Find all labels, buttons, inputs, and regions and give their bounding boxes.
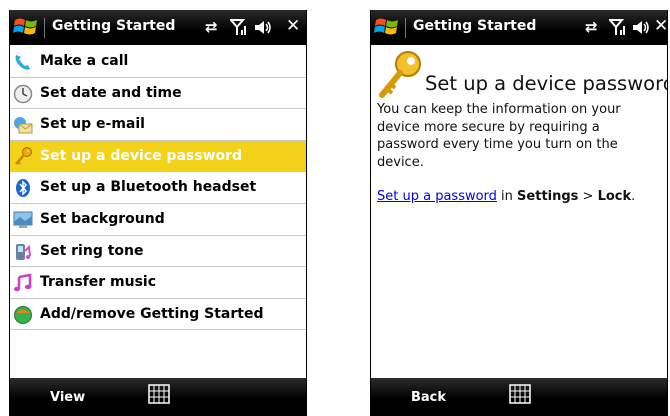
phone-screen-detail: Getting Started ⇄ ✕ Set up a device pass… (370, 10, 668, 416)
view-softkey[interactable]: View (50, 390, 85, 405)
page-title: Getting Started (52, 18, 176, 34)
windows-start-icon[interactable] (13, 16, 39, 39)
menu-item-set-background[interactable]: Set background (10, 204, 306, 236)
key-icon (379, 51, 421, 98)
menu-item-label: Set up e-mail (40, 116, 145, 133)
instruction-line: Set up a password in Settings > Lock. (377, 189, 665, 204)
menu-item-label: Set up a device password (40, 147, 243, 164)
menu-item-transfer-music[interactable]: Transfer music (10, 267, 306, 299)
content-description: You can keep the information on your dev… (377, 102, 621, 170)
menu-item-label: Set background (40, 210, 165, 227)
sync-icon[interactable]: ⇄ (205, 18, 218, 36)
menu-item-set-up-device-password[interactable]: Set up a device password (10, 140, 306, 173)
instruction-text: in (496, 189, 518, 204)
content-heading: Set up a device password (425, 72, 668, 95)
ring-tone-icon (16, 243, 31, 260)
menu-item-set-date-time[interactable]: Set date and time (10, 78, 306, 110)
phone-call-icon (15, 55, 30, 70)
menu-item-label: Set date and time (40, 84, 182, 101)
set-up-password-link[interactable]: Set up a password (377, 189, 497, 204)
menu-item-label: Add/remove Getting Started (40, 305, 264, 322)
period-text: . (631, 189, 636, 204)
keyboard-icon[interactable] (509, 384, 531, 404)
menu-item-set-ring-tone[interactable]: Set ring tone (10, 236, 306, 268)
wallpaper-icon (13, 211, 33, 228)
clock-icon (13, 84, 33, 103)
getting-started-menu: Make a call Set date and time Set up e-m… (10, 46, 306, 331)
phone-screen-menu: Getting Started ⇄ ✕ Make a call Set date… (9, 10, 307, 416)
add-remove-icon (14, 305, 32, 324)
music-note-icon (14, 273, 32, 292)
key-icon (15, 146, 32, 165)
signal-icon[interactable] (609, 19, 627, 36)
softkey-bar: Back (371, 378, 667, 416)
windows-start-icon[interactable] (374, 16, 400, 39)
signal-icon[interactable] (230, 19, 248, 36)
page-title: Getting Started (413, 18, 537, 34)
keyboard-icon[interactable] (148, 384, 170, 404)
menu-item-label: Set ring tone (40, 242, 144, 259)
settings-text: Settings (517, 189, 579, 204)
sync-icon[interactable]: ⇄ (585, 18, 598, 36)
email-icon (14, 117, 33, 134)
title-bar: Getting Started ⇄ ✕ (371, 10, 667, 45)
speaker-icon[interactable] (254, 19, 272, 36)
separator-text: > (578, 189, 598, 204)
menu-item-make-a-call[interactable]: Make a call (10, 46, 306, 78)
menu-item-label: Transfer music (40, 274, 157, 291)
close-button[interactable]: ✕ (654, 16, 667, 36)
menu-item-label: Set up a Bluetooth headset (40, 179, 257, 196)
title-separator (44, 18, 45, 38)
speaker-icon[interactable] (632, 19, 650, 36)
title-bar: Getting Started ⇄ ✕ (10, 10, 306, 45)
title-separator (405, 18, 406, 38)
back-softkey[interactable]: Back (411, 390, 446, 405)
bluetooth-icon (16, 179, 30, 198)
menu-item-label: Make a call (40, 53, 129, 69)
close-button[interactable]: ✕ (286, 16, 300, 36)
menu-item-set-up-email[interactable]: Set up e-mail (10, 109, 306, 141)
lock-text: Lock (597, 189, 632, 204)
softkey-bar: View (10, 378, 306, 416)
menu-item-set-up-bluetooth[interactable]: Set up a Bluetooth headset (10, 172, 306, 204)
menu-item-add-remove-getting-started[interactable]: Add/remove Getting Started (10, 299, 306, 331)
